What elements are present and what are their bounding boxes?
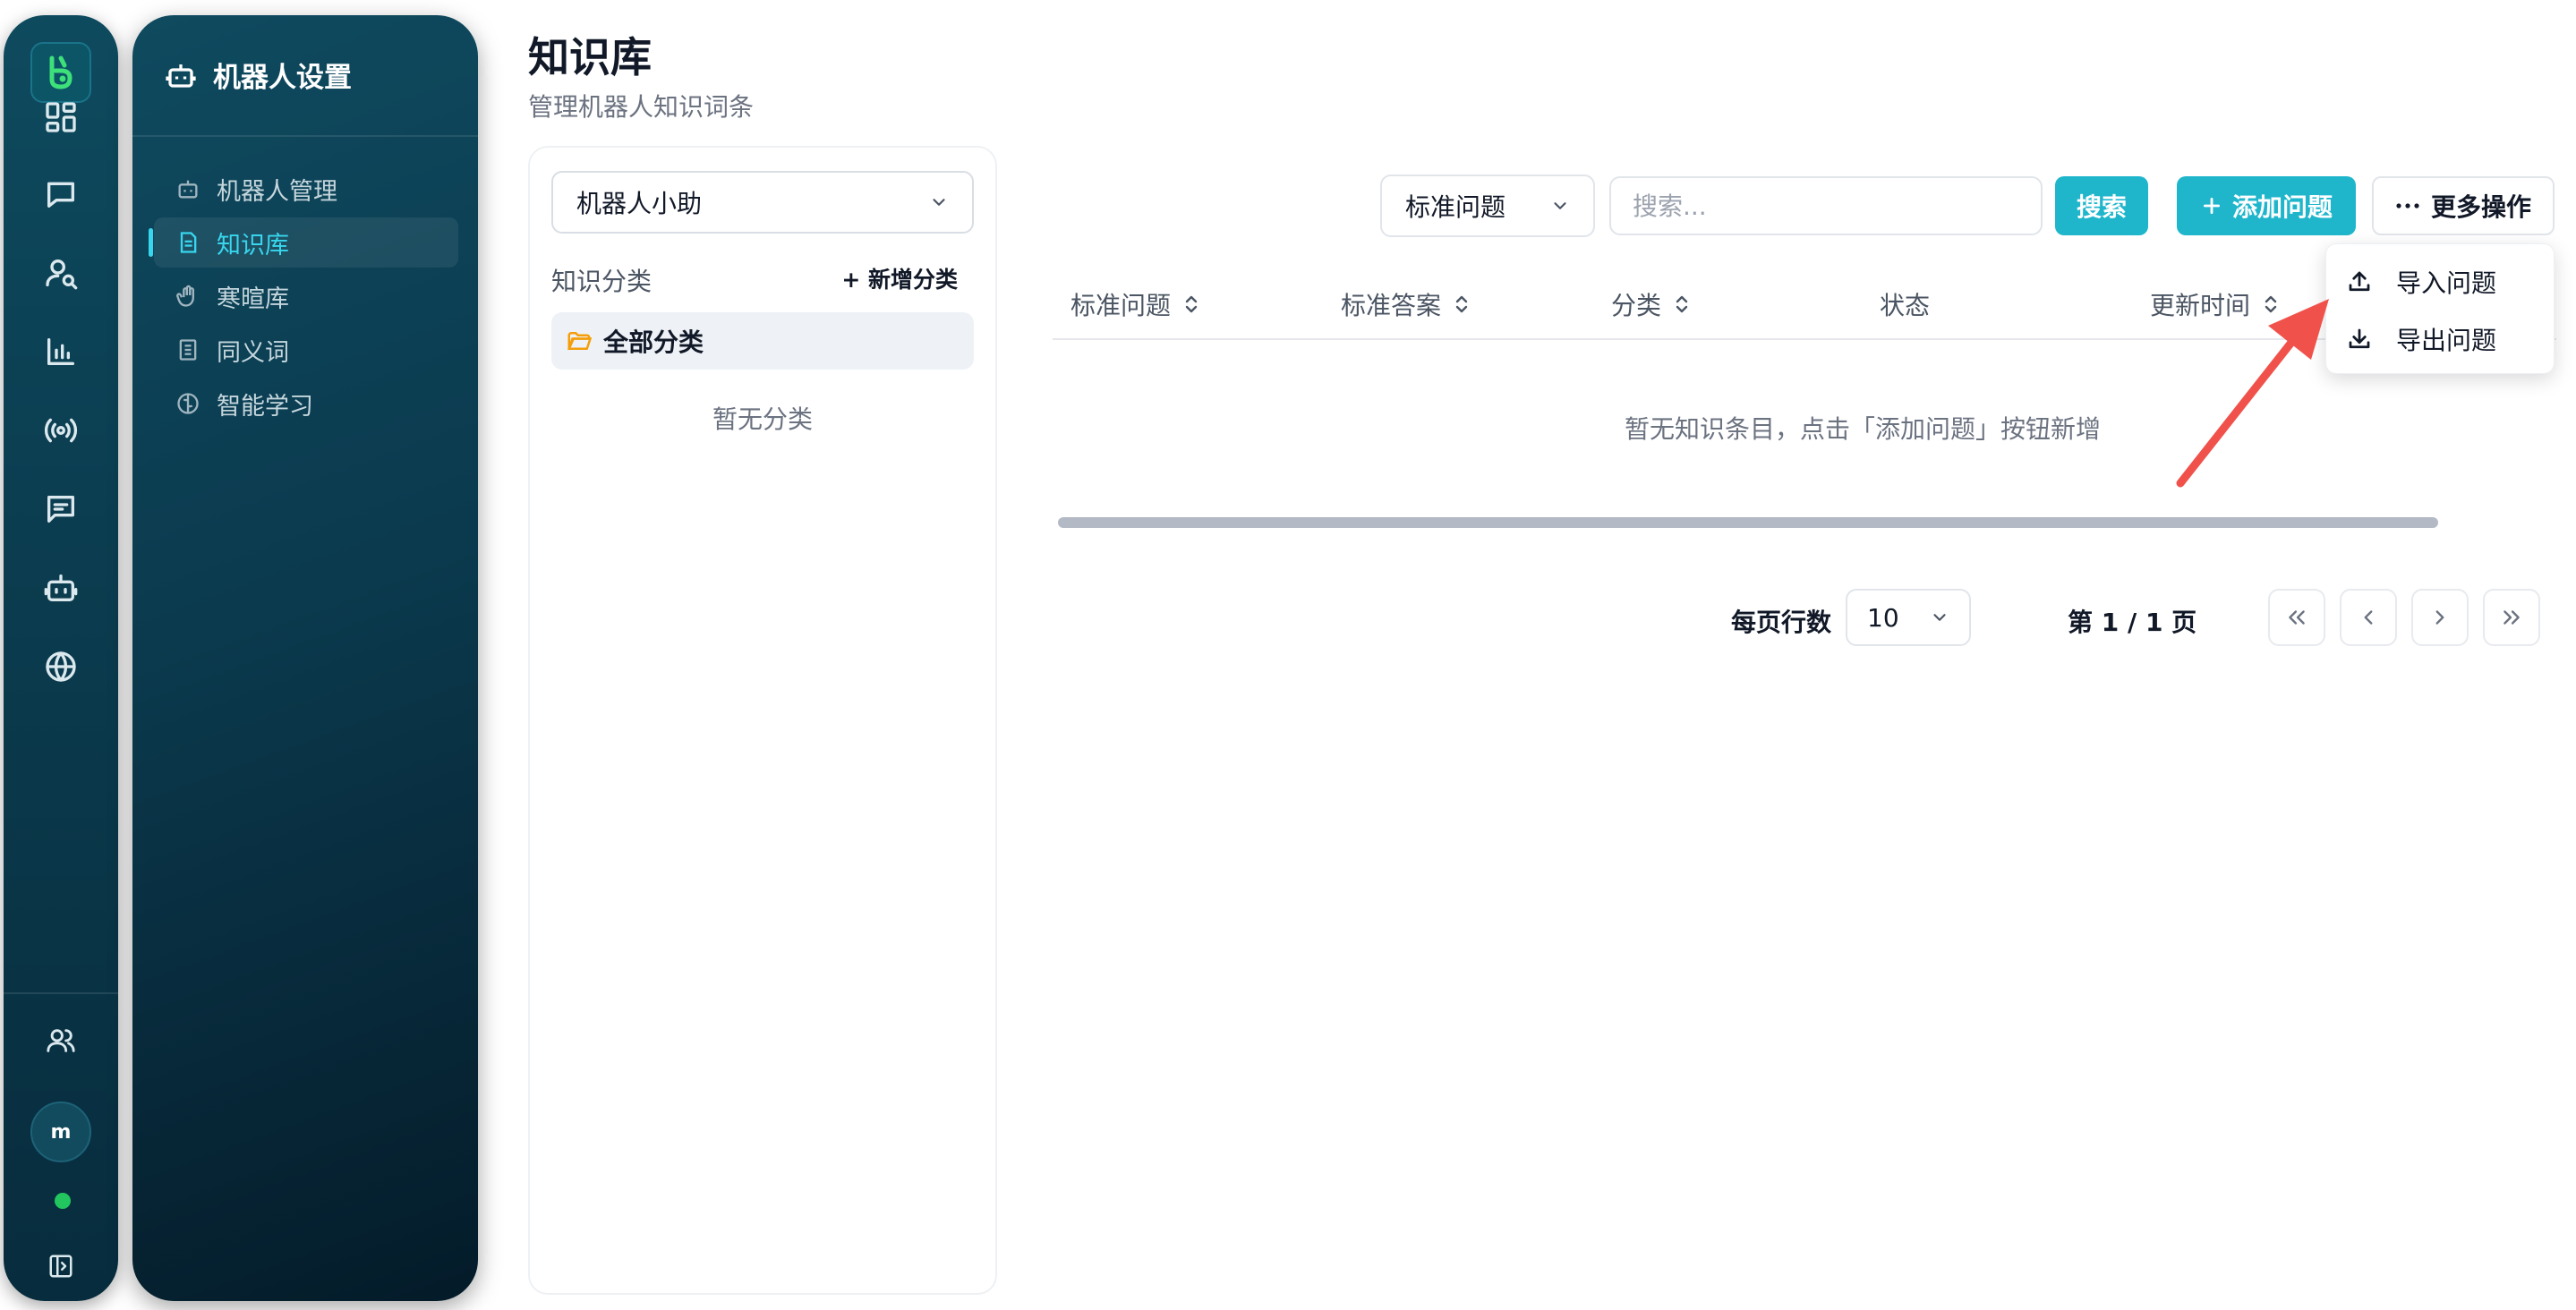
download-icon: [2349, 328, 2370, 349]
chevrons-right-icon: [2503, 610, 2520, 625]
robot-select-value: 机器人小助: [576, 189, 703, 218]
logo-icon: [49, 55, 73, 89]
page-subtitle: 管理机器人知识词条: [528, 92, 755, 122]
search-field-select[interactable]: 标准问题: [1380, 174, 1595, 237]
panel-divider: [132, 135, 478, 137]
robot-select[interactable]: 机器人小助: [551, 171, 974, 234]
sort-icon: [1183, 293, 1199, 316]
empty-category-text: 暂无分类: [712, 404, 813, 434]
rows-per-page-select[interactable]: 10: [1846, 589, 1971, 646]
column-label: 标准答案: [1341, 291, 1442, 320]
rows-select-value: 10: [1867, 602, 1899, 633]
brain-icon: [177, 393, 199, 414]
nav-label: 机器人管理: [217, 177, 337, 206]
nav-item-robot-management[interactable]: 机器人管理: [154, 164, 458, 214]
avatar-initial: m: [50, 1120, 72, 1144]
horizontal-scrollbar[interactable]: [1058, 517, 2438, 528]
column-header-status: 状态: [1880, 286, 1930, 322]
active-indicator: [149, 228, 153, 257]
plus-icon: [2203, 198, 2220, 214]
document-icon: [180, 232, 197, 253]
export-questions-item[interactable]: 导出问题: [2326, 312, 2555, 366]
bot-icon: [178, 180, 198, 199]
search-input[interactable]: [1609, 176, 2043, 235]
empty-table-text: 暂无知识条目，点击「添加问题」按钮新增: [1624, 414, 2101, 444]
chevron-down-icon: [933, 199, 945, 206]
chevron-right-icon: [2435, 610, 2444, 625]
users-icon[interactable]: [4, 1016, 118, 1066]
last-page-button[interactable]: [2483, 589, 2540, 646]
menu-item-label: 导出问题: [2396, 326, 2497, 355]
nav-item-knowledge-base[interactable]: 知识库: [149, 217, 458, 268]
more-actions-label: 更多操作: [2430, 192, 2531, 222]
chat-icon[interactable]: [4, 169, 118, 219]
page-title: 知识库: [528, 33, 652, 81]
ellipsis-icon: [2396, 203, 2419, 208]
broadcast-icon[interactable]: [4, 405, 118, 455]
annotation-arrow: [2176, 299, 2329, 488]
bot-icon: [166, 64, 196, 88]
bar-chart-icon[interactable]: [4, 327, 118, 377]
add-question-label: 添加问题: [2231, 192, 2333, 222]
user-search-icon[interactable]: [4, 248, 118, 298]
sort-icon: [1674, 293, 1690, 316]
column-label: 分类: [1611, 291, 1662, 320]
category-item-all[interactable]: 全部分类: [551, 312, 974, 370]
first-page-button[interactable]: [2268, 589, 2325, 646]
prev-page-button[interactable]: [2340, 589, 2397, 646]
import-questions-item[interactable]: 导入问题: [2326, 255, 2555, 309]
column-header-category[interactable]: 分类: [1611, 286, 1690, 322]
globe-icon[interactable]: [4, 642, 118, 692]
field-select-value: 标准问题: [1405, 192, 1506, 222]
online-status-dot: [55, 1193, 71, 1209]
chevron-down-icon: [1554, 202, 1566, 209]
nav-label: 知识库: [217, 231, 289, 259]
column-header-question[interactable]: 标准问题: [1070, 286, 1199, 322]
more-actions-button[interactable]: 更多操作: [2372, 176, 2555, 235]
column-label: 状态: [1880, 291, 1931, 320]
chevrons-left-icon: [2289, 610, 2305, 625]
column-label: 标准问题: [1070, 291, 1172, 320]
sort-icon: [1454, 293, 1470, 316]
upload-icon: [2349, 271, 2370, 292]
category-section-title: 知识分类: [551, 267, 653, 296]
add-category-button[interactable]: + 新增分类: [841, 262, 958, 294]
user-avatar[interactable]: m: [30, 1102, 91, 1162]
add-question-button[interactable]: 添加问题: [2177, 176, 2356, 235]
nav-label: 寒暄库: [217, 285, 289, 313]
plus-icon: +: [841, 267, 868, 293]
search-button[interactable]: 搜索: [2055, 176, 2148, 235]
message-square-icon[interactable]: [4, 484, 118, 534]
page-indicator: 第 1 / 1 页: [2068, 608, 2197, 637]
rail-divider: [4, 992, 118, 994]
nav-item-smart-learning[interactable]: 智能学习: [154, 379, 458, 429]
panel-toggle-icon[interactable]: [4, 1241, 118, 1291]
hand-icon: [176, 285, 194, 307]
menu-item-label: 导入问题: [2396, 268, 2497, 298]
next-page-button[interactable]: [2411, 589, 2469, 646]
nav-item-synonyms[interactable]: 同义词: [154, 325, 458, 375]
rows-per-page-label: 每页行数: [1731, 608, 1832, 637]
panel-title: 机器人设置: [213, 62, 352, 94]
icon-rail: m: [4, 15, 118, 1301]
chevron-down-icon: [1933, 614, 1946, 621]
nav-label: 同义词: [217, 338, 289, 367]
nav-label: 智能学习: [217, 392, 313, 421]
dashboard-icon[interactable]: [4, 92, 118, 142]
more-actions-dropdown: 导入问题 导出问题: [2325, 243, 2555, 374]
folder-open-icon: [567, 332, 593, 350]
bot-icon[interactable]: [4, 563, 118, 613]
settings-panel: 机器人设置 机器人管理 知识库 寒暄库 同义词 智能学习: [132, 15, 478, 1301]
add-category-label: 新增分类: [867, 267, 958, 293]
column-header-answer[interactable]: 标准答案: [1341, 286, 1470, 322]
panel-header: 机器人设置: [165, 55, 352, 95]
category-panel: 机器人小助 知识分类 + 新增分类 全部分类 暂无分类: [528, 146, 997, 1295]
category-label: 全部分类: [603, 328, 704, 357]
nav-item-greetings[interactable]: 寒暄库: [154, 271, 458, 321]
chevron-left-icon: [2364, 610, 2373, 625]
book-icon: [179, 339, 197, 361]
